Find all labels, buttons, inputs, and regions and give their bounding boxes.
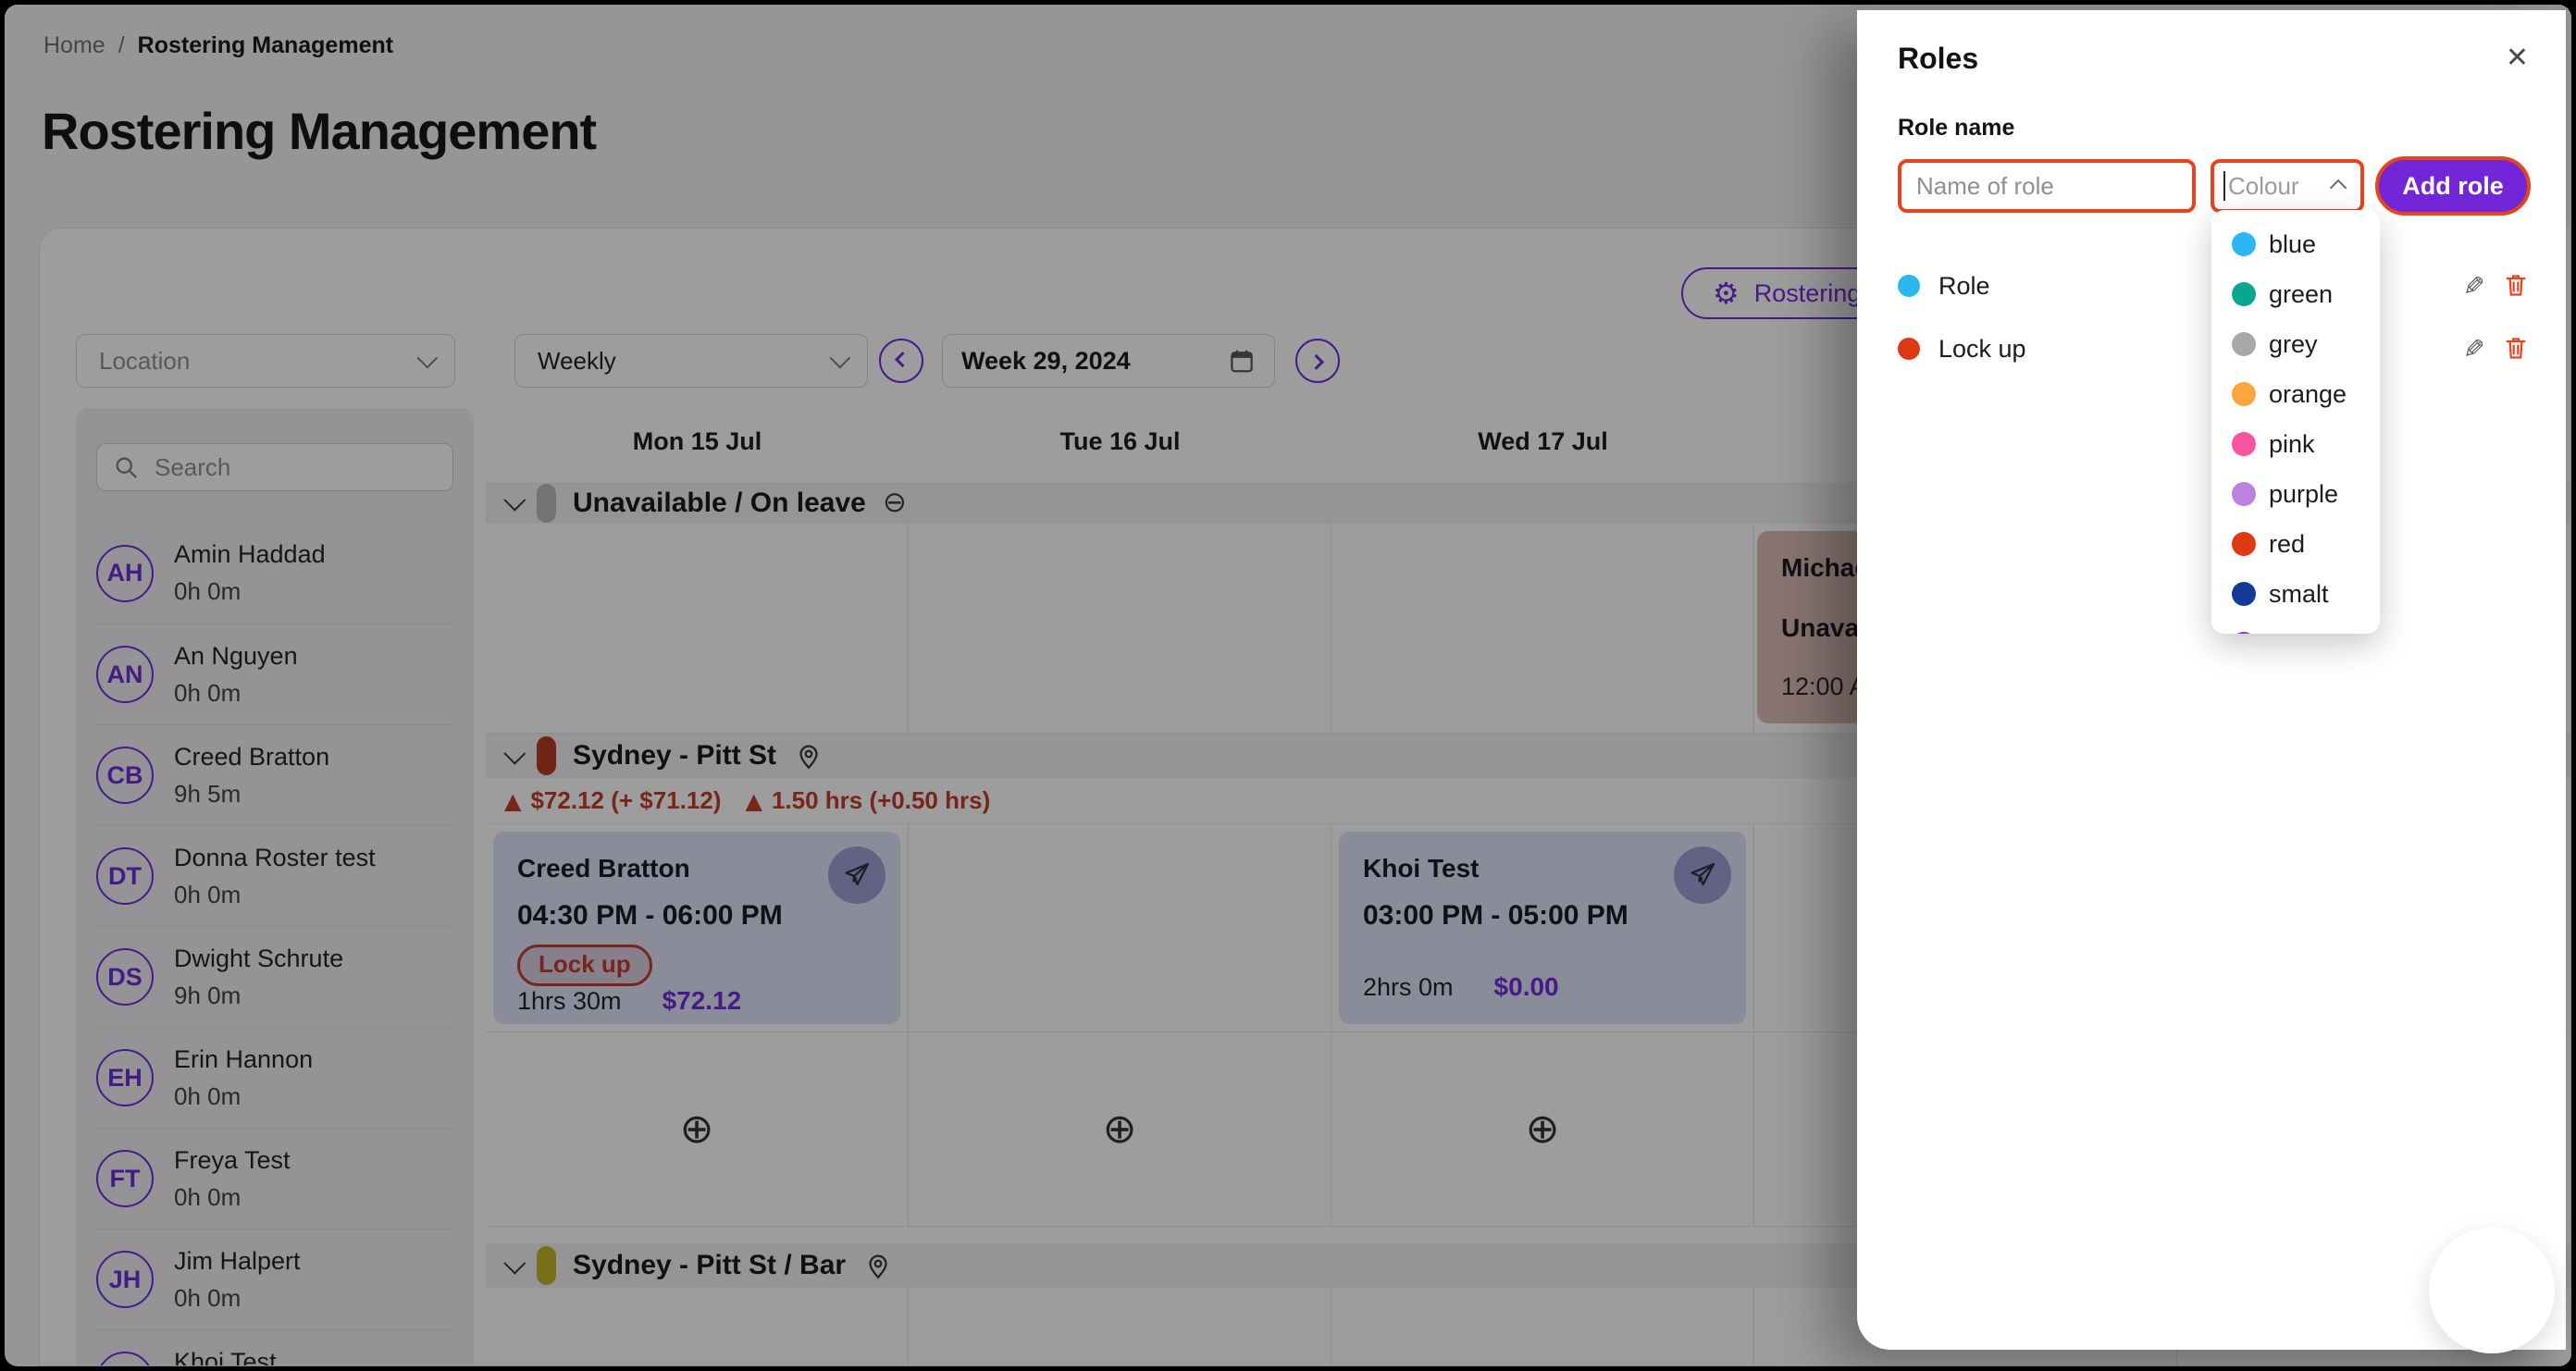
close-icon[interactable]: ✕	[2506, 42, 2529, 74]
colour-option[interactable]: red	[2211, 519, 2380, 569]
role-name: Lock up	[1938, 335, 2463, 364]
chevron-up-icon	[2330, 179, 2347, 195]
add-role-button[interactable]: Add role	[2375, 156, 2531, 216]
colour-swatch-dot	[2232, 382, 2256, 406]
colour-option[interactable]: blue	[2211, 219, 2380, 269]
help-floating-button[interactable]	[2429, 1228, 2555, 1353]
colour-swatch-dot	[2232, 282, 2256, 306]
role-name-input[interactable]	[1898, 159, 2196, 213]
colour-swatch-dot	[2232, 632, 2256, 634]
colour-option-label: blue	[2269, 230, 2316, 259]
role-color-dot	[1898, 338, 1920, 360]
colour-option-label: pink	[2269, 430, 2315, 459]
roles-panel-title: Roles	[1898, 42, 1978, 76]
colour-select-value: Colour	[2228, 172, 2299, 201]
colour-swatch-dot	[2232, 482, 2256, 506]
edit-role-icon[interactable]: ✎	[2463, 271, 2484, 302]
role-color-dot	[1898, 275, 1920, 297]
colour-option[interactable]: green	[2211, 269, 2380, 319]
window-frame: Home / Rostering Management Rostering Ma…	[0, 0, 2576, 1371]
colour-swatch-dot	[2232, 582, 2256, 606]
colour-swatch-dot	[2232, 532, 2256, 556]
colour-option[interactable]: purple	[2211, 469, 2380, 519]
colour-option[interactable]: grey	[2211, 319, 2380, 369]
edit-role-icon[interactable]: ✎	[2463, 334, 2484, 364]
colour-option-label: red	[2269, 530, 2305, 559]
colour-option-label: violet	[2269, 630, 2327, 635]
colour-dropdown: blue green grey orange	[2211, 210, 2380, 634]
delete-role-icon[interactable]	[2503, 334, 2529, 364]
colour-swatch-dot	[2232, 332, 2256, 356]
colour-option-label: purple	[2269, 480, 2338, 509]
role-name: Role	[1938, 272, 2463, 301]
colour-option-label: orange	[2269, 380, 2347, 409]
colour-select[interactable]: Colour	[2211, 159, 2364, 213]
role-name-label: Role name	[1898, 115, 2553, 142]
colour-option-label: green	[2269, 280, 2333, 309]
colour-swatch-dot	[2232, 432, 2256, 456]
roles-panel: Roles ✕ Role name Colour Add role Role	[1857, 10, 2566, 1350]
colour-option[interactable]: smalt	[2211, 569, 2380, 619]
colour-option-label: smalt	[2269, 580, 2329, 609]
colour-option[interactable]: orange	[2211, 369, 2380, 419]
colour-option[interactable]: violet	[2211, 619, 2380, 634]
app-screen: Home / Rostering Management Rostering Ma…	[5, 5, 2571, 1366]
colour-option[interactable]: pink	[2211, 419, 2380, 469]
colour-option-label: grey	[2269, 330, 2318, 359]
delete-role-icon[interactable]	[2503, 271, 2529, 302]
text-cursor	[2223, 171, 2225, 201]
colour-swatch-dot	[2232, 232, 2256, 256]
